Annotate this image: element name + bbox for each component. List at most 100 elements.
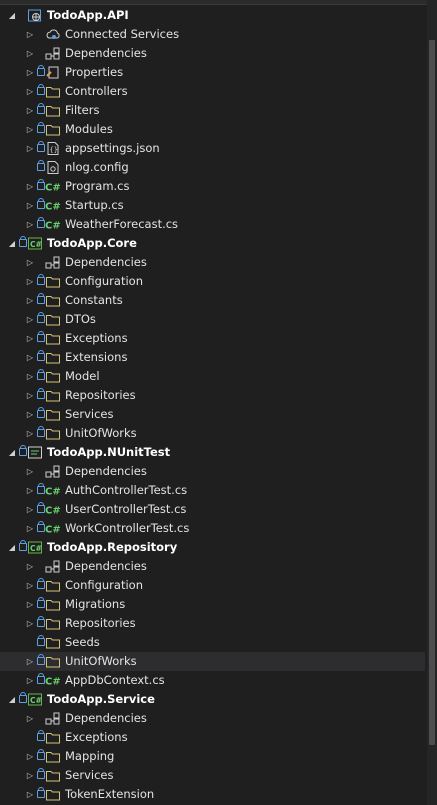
lock-icon bbox=[37, 635, 45, 646]
chevron-expanded-icon[interactable]: ◢ bbox=[6, 443, 18, 462]
tree-node[interactable]: ▷ Services bbox=[0, 766, 425, 785]
node-label: TodoApp.NUnitTest bbox=[47, 445, 171, 459]
tree-node[interactable]: ▷ Constants bbox=[0, 291, 425, 310]
chevron-expanded-icon[interactable]: ◢ bbox=[6, 6, 18, 25]
chevron-collapsed-icon[interactable]: ▷ bbox=[24, 367, 36, 386]
tree-node[interactable]: nlog.config bbox=[0, 158, 425, 177]
chevron-collapsed-icon[interactable]: ▷ bbox=[24, 424, 36, 443]
node-label: Repositories bbox=[65, 616, 136, 630]
tree-node[interactable]: ▷ Dependencies bbox=[0, 44, 425, 63]
csharp-file-icon: C# bbox=[45, 217, 61, 232]
tree-node[interactable]: ▷ {} appsettings.json bbox=[0, 139, 425, 158]
chevron-collapsed-icon[interactable]: ▷ bbox=[24, 500, 36, 519]
tree-node[interactable]: ▷ C# Startup.cs bbox=[0, 196, 425, 215]
tree-node[interactable]: ▷ Mapping bbox=[0, 747, 425, 766]
folder-icon bbox=[45, 274, 61, 289]
tree-node[interactable]: ▷ Connected Services bbox=[0, 25, 425, 44]
node-label: TokenExtension bbox=[65, 787, 155, 801]
tree-node[interactable]: Exceptions bbox=[0, 728, 425, 747]
tree-node[interactable]: ▷ Dependencies bbox=[0, 557, 425, 576]
chevron-collapsed-icon[interactable]: ▷ bbox=[24, 481, 36, 500]
chevron-collapsed-icon[interactable]: ▷ bbox=[24, 329, 36, 348]
tree-node[interactable]: ▷ Extensions bbox=[0, 348, 425, 367]
chevron-collapsed-icon[interactable]: ▷ bbox=[24, 709, 36, 728]
chevron-collapsed-icon[interactable]: ▷ bbox=[24, 215, 36, 234]
lock-icon bbox=[37, 369, 45, 380]
tree-node[interactable]: ▷ C# WorkControllerTest.cs bbox=[0, 519, 425, 538]
tree-node[interactable]: ▷ Dependencies bbox=[0, 709, 425, 728]
tree-node[interactable]: ▷ Properties bbox=[0, 63, 425, 82]
chevron-collapsed-icon[interactable]: ▷ bbox=[24, 747, 36, 766]
svg-text:C#: C# bbox=[45, 202, 61, 213]
tree-node[interactable]: ▷ Dependencies bbox=[0, 462, 425, 481]
tree-node[interactable]: ▷ Repositories bbox=[0, 386, 425, 405]
tree-node[interactable]: ▷ Repositories bbox=[0, 614, 425, 633]
chevron-expanded-icon[interactable]: ◢ bbox=[6, 538, 18, 557]
tree-node[interactable]: ▷ Configuration bbox=[0, 576, 425, 595]
tree-node[interactable]: ▷ Configuration bbox=[0, 272, 425, 291]
folder-icon bbox=[45, 787, 61, 802]
chevron-collapsed-icon[interactable]: ▷ bbox=[24, 63, 36, 82]
project-node[interactable]: ◢ C# TodoApp.Repository bbox=[0, 538, 425, 557]
chevron-collapsed-icon[interactable]: ▷ bbox=[24, 82, 36, 101]
chevron-collapsed-icon[interactable]: ▷ bbox=[24, 766, 36, 785]
scrollbar-thumb[interactable] bbox=[429, 40, 435, 745]
tree-node[interactable]: ▷ Migrations bbox=[0, 595, 425, 614]
node-label: Extensions bbox=[65, 350, 128, 364]
lock-icon bbox=[37, 426, 45, 437]
chevron-collapsed-icon[interactable]: ▷ bbox=[24, 386, 36, 405]
tree-node[interactable]: Seeds bbox=[0, 633, 425, 652]
tree-node[interactable]: ▷ C# Program.cs bbox=[0, 177, 425, 196]
chevron-collapsed-icon[interactable]: ▷ bbox=[24, 291, 36, 310]
tree-node[interactable]: ▷ C# AppDbContext.cs bbox=[0, 671, 425, 690]
project-node[interactable]: ◢ TodoApp.NUnitTest bbox=[0, 443, 425, 462]
chevron-collapsed-icon[interactable]: ▷ bbox=[24, 101, 36, 120]
chevron-collapsed-icon[interactable]: ▷ bbox=[24, 576, 36, 595]
vertical-scrollbar[interactable] bbox=[427, 0, 437, 805]
test-project-icon bbox=[27, 445, 43, 460]
tree-node[interactable]: ▷ C# AuthControllerTest.cs bbox=[0, 481, 425, 500]
chevron-expanded-icon[interactable]: ◢ bbox=[6, 234, 18, 253]
tree-node[interactable]: ▷ Model bbox=[0, 367, 425, 386]
chevron-collapsed-icon[interactable]: ▷ bbox=[24, 405, 36, 424]
chevron-collapsed-icon[interactable]: ▷ bbox=[24, 177, 36, 196]
chevron-collapsed-icon[interactable]: ▷ bbox=[24, 462, 36, 481]
project-node[interactable]: ◢ TodoApp.API bbox=[0, 6, 425, 25]
tree-node[interactable]: ▷ Exceptions bbox=[0, 329, 425, 348]
chevron-collapsed-icon[interactable]: ▷ bbox=[24, 44, 36, 63]
chevron-collapsed-icon[interactable]: ▷ bbox=[24, 120, 36, 139]
tree-node[interactable]: ▷ UnitOfWorks bbox=[0, 652, 425, 671]
node-label: Filters bbox=[65, 103, 100, 117]
chevron-collapsed-icon[interactable]: ▷ bbox=[24, 348, 36, 367]
project-node[interactable]: ◢ C# TodoApp.Core bbox=[0, 234, 425, 253]
chevron-collapsed-icon[interactable]: ▷ bbox=[24, 25, 36, 44]
chevron-collapsed-icon[interactable]: ▷ bbox=[24, 785, 36, 804]
tree-node[interactable]: ▷ Dependencies bbox=[0, 253, 425, 272]
tree-node[interactable]: ▷ Filters bbox=[0, 101, 425, 120]
tree-node[interactable]: ▷ C# UserControllerTest.cs bbox=[0, 500, 425, 519]
chevron-collapsed-icon[interactable]: ▷ bbox=[24, 253, 36, 272]
tree-node[interactable]: ▷ DTOs bbox=[0, 310, 425, 329]
chevron-collapsed-icon[interactable]: ▷ bbox=[24, 671, 36, 690]
project-node[interactable]: ◢ C# TodoApp.Service bbox=[0, 690, 425, 709]
tree-node[interactable]: ▷ C# WeatherForecast.cs bbox=[0, 215, 425, 234]
node-label: UnitOfWorks bbox=[65, 426, 137, 440]
chevron-expanded-icon[interactable]: ◢ bbox=[6, 690, 18, 709]
tree-node[interactable]: ▷ Services bbox=[0, 405, 425, 424]
tree-node[interactable]: ▷ TokenExtension bbox=[0, 785, 425, 804]
tree-node[interactable]: ▷ Controllers bbox=[0, 82, 425, 101]
chevron-collapsed-icon[interactable]: ▷ bbox=[24, 139, 36, 158]
node-label: Dependencies bbox=[65, 464, 147, 478]
chevron-collapsed-icon[interactable]: ▷ bbox=[24, 310, 36, 329]
chevron-collapsed-icon[interactable]: ▷ bbox=[24, 519, 36, 538]
dependencies-icon bbox=[45, 46, 61, 61]
chevron-collapsed-icon[interactable]: ▷ bbox=[24, 614, 36, 633]
chevron-collapsed-icon[interactable]: ▷ bbox=[24, 196, 36, 215]
chevron-collapsed-icon[interactable]: ▷ bbox=[24, 652, 36, 671]
chevron-collapsed-icon[interactable]: ▷ bbox=[24, 557, 36, 576]
chevron-collapsed-icon[interactable]: ▷ bbox=[24, 595, 36, 614]
tree-node[interactable]: ▷ Modules bbox=[0, 120, 425, 139]
chevron-collapsed-icon[interactable]: ▷ bbox=[24, 272, 36, 291]
node-label: Properties bbox=[65, 65, 124, 79]
tree-node[interactable]: ▷ UnitOfWorks bbox=[0, 424, 425, 443]
